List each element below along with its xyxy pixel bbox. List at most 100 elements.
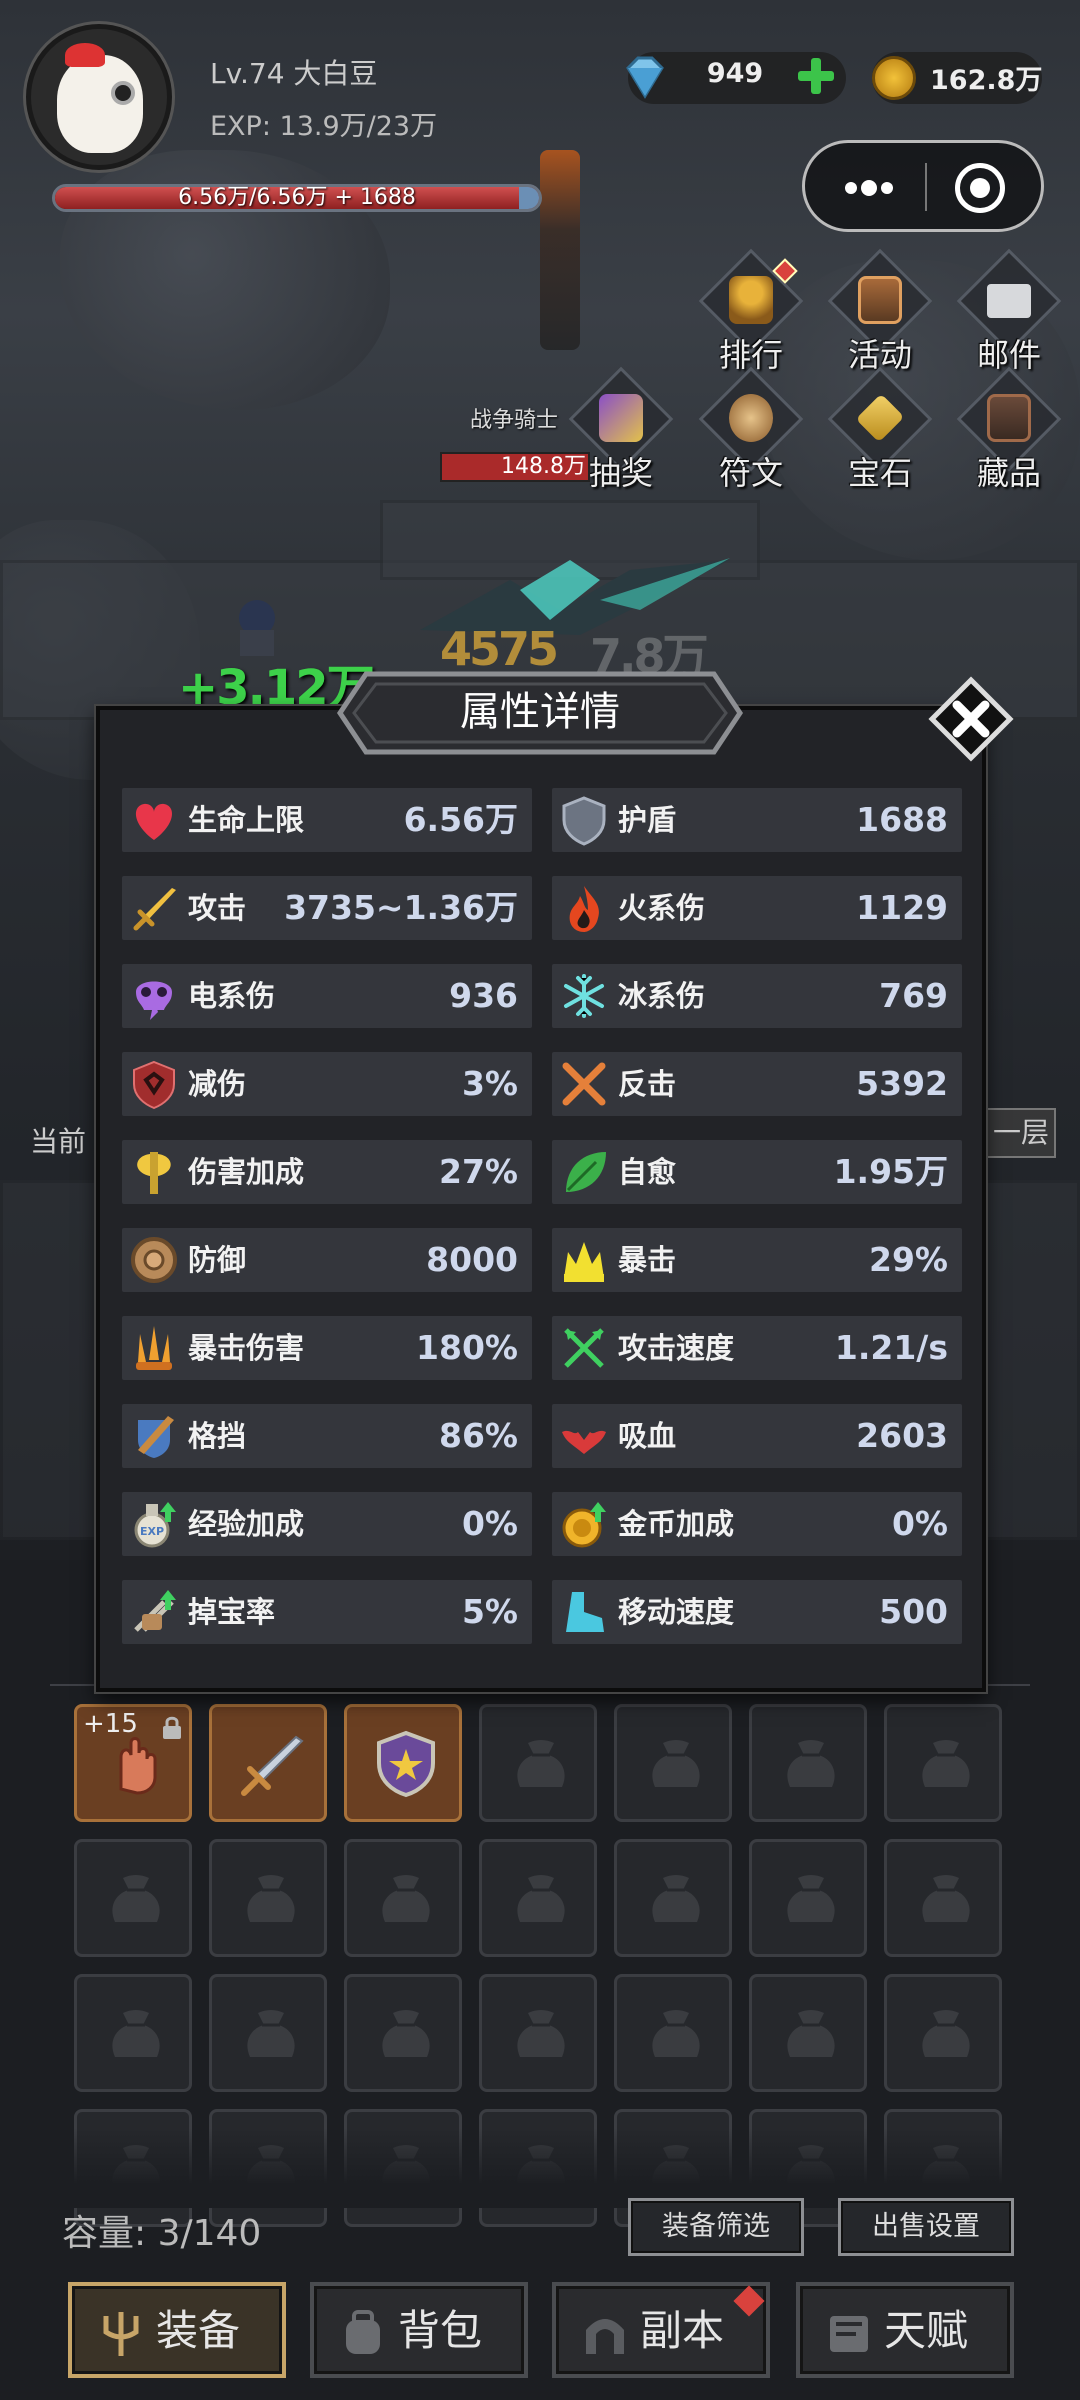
stat-row: 电系伤 936 (122, 964, 532, 1028)
bag-slot-empty[interactable] (344, 1974, 462, 2092)
bag-slot-empty[interactable] (884, 1974, 1002, 2092)
stat-value: 1.21/s (834, 1328, 948, 1367)
stat-name: 反击 (618, 1067, 677, 1101)
snowflake-icon (564, 974, 604, 1018)
bag-slot-equipment[interactable] (209, 1704, 327, 1822)
tab-equipment[interactable]: 装备 (68, 2282, 286, 2378)
shield-icon (562, 796, 606, 846)
stat-value: 0% (461, 1504, 518, 1543)
stat-value: 769 (879, 976, 948, 1015)
stat-name: 伤害加成 (188, 1155, 305, 1189)
menu-mail-button[interactable]: 邮件 (954, 248, 1064, 378)
empty-bag-icon (517, 1875, 565, 1922)
stat-name: 火系伤 (618, 891, 706, 925)
bag-slot-empty[interactable] (74, 1839, 192, 1957)
tab-label: 天赋 (884, 2306, 969, 2355)
stat-name: 暴击 (618, 1243, 677, 1277)
crossed-swords-icon (562, 1062, 606, 1106)
bag-slot-empty[interactable] (749, 1974, 867, 2092)
bag-slot-empty[interactable] (884, 1704, 1002, 1822)
miniprogram-capsule (802, 140, 1044, 232)
close-miniprogram-target-icon[interactable] (955, 163, 1005, 213)
close-icon[interactable] (928, 676, 1014, 762)
bag-slot-empty[interactable] (614, 1974, 732, 2092)
bag-slot-empty[interactable] (614, 1839, 732, 1957)
sell-settings-button[interactable]: 出售设置 (838, 2198, 1014, 2256)
menu-rune-button[interactable]: 符文 (696, 366, 806, 496)
stat-row: 反击 5392 (552, 1052, 962, 1116)
bag-slot-empty[interactable] (479, 1704, 597, 1822)
damage-floating-number: 4575 (440, 622, 559, 676)
more-dots-icon[interactable] (839, 173, 899, 203)
stat-row: 金币加成 0% (552, 1492, 962, 1556)
gem-count: 949 (706, 58, 764, 89)
empty-bag-icon (247, 1875, 295, 1922)
tab-backpack[interactable]: 背包 (310, 2282, 528, 2378)
bag-slot-equipment[interactable] (344, 1704, 462, 1822)
menu-activity-button[interactable]: 活动 (825, 248, 935, 378)
triple-blade-icon (136, 1326, 172, 1370)
stat-name: 电系伤 (188, 979, 276, 1013)
dungeon-gate-icon (586, 2319, 624, 2354)
heart-icon (135, 803, 173, 840)
stat-row: 掉宝率 5% (122, 1580, 532, 1644)
enemy-hp-text: 148.8万 (501, 454, 586, 479)
empty-bag-icon (787, 1875, 835, 1922)
empty-bag-icon (787, 1740, 835, 1787)
stat-row: 吸血 2603 (552, 1404, 962, 1468)
capsule-separator (925, 163, 927, 211)
stat-value: 8000 (426, 1240, 518, 1279)
stat-name: 经验加成 (188, 1507, 305, 1541)
stat-name: 掉宝率 (188, 1595, 276, 1629)
crit-burst-icon (564, 1242, 604, 1282)
stat-value: 1.95万 (833, 1152, 948, 1191)
empty-bag-icon (247, 2010, 295, 2057)
tab-talent[interactable]: 天赋 (796, 2282, 1014, 2378)
bag-slot-empty[interactable] (209, 1974, 327, 2092)
bag-slot-empty[interactable] (749, 1704, 867, 1822)
stat-name: 自愈 (618, 1155, 677, 1189)
stat-row: 减伤 3% (122, 1052, 532, 1116)
stat-value: 29% (869, 1240, 948, 1279)
stat-row: 伤害加成 27% (122, 1140, 532, 1204)
bag-slot-empty[interactable] (344, 1839, 462, 1957)
stat-name: 移动速度 (618, 1595, 735, 1629)
bag-slot-empty[interactable] (884, 1839, 1002, 1957)
player-exp: EXP: 13.9万/23万 (210, 111, 438, 142)
empty-bag-icon (787, 2010, 835, 2057)
menu-gem-button[interactable]: 宝石 (825, 366, 935, 496)
bag-capacity: 容量: 3/140 (62, 2213, 262, 2254)
stat-value: 500 (879, 1592, 948, 1631)
stat-name: 吸血 (618, 1419, 677, 1453)
lock-icon (163, 1716, 181, 1739)
bag-slot-empty[interactable] (479, 1839, 597, 1957)
trident-icon (103, 2312, 139, 2356)
coin-count: 162.8万 (930, 65, 1043, 96)
player-avatar[interactable] (26, 24, 172, 170)
bag-slot-empty[interactable] (479, 1974, 597, 2092)
add-gems-plus-icon[interactable] (796, 56, 836, 96)
stat-value: 27% (439, 1152, 518, 1191)
empty-bag-icon (652, 1875, 700, 1922)
stat-name: 暴击伤害 (188, 1331, 305, 1365)
gift-box-icon (599, 394, 643, 442)
empty-bag-icon (382, 2010, 430, 2057)
stat-name: 攻击速度 (618, 1331, 735, 1365)
bag-slot-empty[interactable] (749, 1839, 867, 1957)
bag-slot-empty[interactable] (209, 1839, 327, 1957)
menu-collection-button[interactable]: 藏品 (954, 366, 1064, 496)
bag-slot-empty[interactable] (614, 1704, 732, 1822)
next-floor-button[interactable]: 一层 (986, 1108, 1056, 1158)
stat-name: 金币加成 (618, 1507, 735, 1541)
chicken-comb (65, 43, 105, 67)
current-floor-label: 当前 (30, 1125, 87, 1158)
bag-slot-empty[interactable] (74, 1974, 192, 2092)
diamond-icon (626, 56, 664, 99)
dialog-title: 属性详情 (460, 689, 620, 735)
empty-bag-icon (112, 2010, 160, 2057)
stat-value: 6.56万 (403, 800, 518, 839)
bat-icon (562, 1430, 606, 1454)
bag-slot-equipment[interactable]: +15 (74, 1704, 192, 1822)
equipment-filter-button[interactable]: 装备筛选 (628, 2198, 804, 2256)
chicken-avatar-icon (57, 55, 143, 153)
